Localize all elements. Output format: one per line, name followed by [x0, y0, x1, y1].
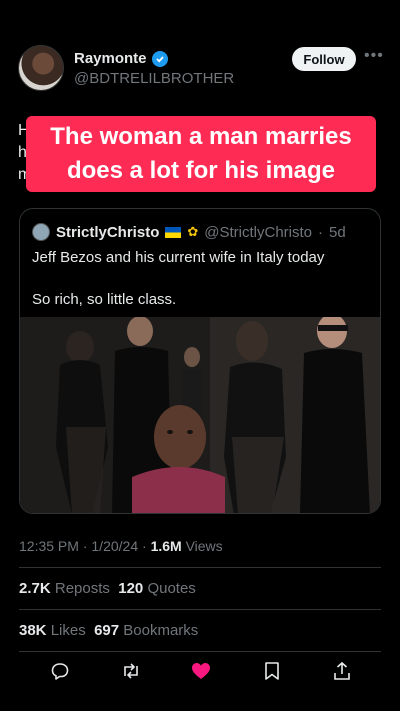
- quoted-author-name: StrictlyChristo: [56, 223, 160, 241]
- separator-dot: ·: [142, 538, 147, 554]
- bookmarks-label: Bookmarks: [123, 622, 199, 639]
- quoted-tweet[interactable]: StrictlyChristo ✿ @StrictlyChristo · 5d …: [19, 208, 381, 514]
- bookmarks-stat[interactable]: 697 Bookmarks: [94, 622, 198, 639]
- caption-line: does a lot for his image: [66, 157, 336, 184]
- reposts-count: 2.7K: [19, 580, 51, 597]
- quoted-tweet-text: Jeff Bezos and his current wife in Italy…: [32, 249, 325, 266]
- video-caption-overlay: The woman a man marries does a lot for h…: [26, 116, 376, 192]
- likes-bookmarks-stats: 38K Likes 697 Bookmarks: [19, 622, 198, 639]
- separator-dot: ·: [82, 538, 88, 554]
- tweet-meta: 12:35 PM · 1/20/24 · 1.6M Views: [19, 538, 223, 554]
- divider: [19, 567, 381, 568]
- caption-line: The woman a man marries: [50, 123, 352, 150]
- follow-button[interactable]: Follow: [292, 47, 356, 71]
- ukraine-flag-icon: [165, 226, 182, 238]
- tweet-date[interactable]: 1/20/24: [91, 538, 138, 554]
- views-count: 1.6M: [150, 538, 182, 554]
- likes-stat[interactable]: 38K Likes: [19, 622, 86, 639]
- quoted-tweet-text: So rich, so little class.: [32, 291, 177, 308]
- quotes-stat[interactable]: 120 Quotes: [118, 580, 196, 597]
- reply-icon[interactable]: [49, 660, 71, 682]
- share-icon[interactable]: [331, 660, 353, 682]
- avatar[interactable]: [18, 45, 64, 91]
- photo-illustration: [20, 317, 380, 513]
- more-options-icon[interactable]: •••: [364, 48, 383, 67]
- bookmark-icon[interactable]: [261, 660, 283, 682]
- like-icon[interactable]: [190, 660, 212, 682]
- quoted-tweet-photo[interactable]: [20, 317, 380, 513]
- quotes-count: 120: [118, 580, 144, 597]
- tweet-header: Raymonte @BDTRELILBROTHER Follow •••: [0, 0, 400, 110]
- bookmarks-count: 697: [94, 622, 120, 639]
- author-name[interactable]: Raymonte: [74, 50, 147, 67]
- author-name-row[interactable]: Raymonte: [74, 50, 168, 67]
- quoted-avatar: [32, 223, 50, 241]
- views-label: Views: [185, 538, 223, 554]
- divider: [19, 609, 381, 610]
- separator-dot: ·: [318, 223, 324, 241]
- verified-badge-icon: [151, 50, 168, 67]
- likes-label: Likes: [50, 622, 86, 639]
- reposts-stat[interactable]: 2.7K Reposts: [19, 580, 110, 597]
- divider: [19, 651, 381, 652]
- repost-icon[interactable]: [120, 660, 142, 682]
- quotes-label: Quotes: [147, 580, 196, 597]
- sunflower-icon: ✿: [187, 224, 199, 239]
- repost-quote-stats: 2.7K Reposts 120 Quotes: [19, 580, 196, 597]
- reposts-label: Reposts: [54, 580, 110, 597]
- tweet-time[interactable]: 12:35 PM: [19, 538, 79, 554]
- author-handle[interactable]: @BDTRELILBROTHER: [74, 70, 234, 87]
- quoted-tweet-age: 5d: [329, 223, 346, 241]
- quoted-author-handle: @StrictlyChristo: [204, 223, 313, 241]
- likes-count: 38K: [19, 622, 47, 639]
- quoted-tweet-header: StrictlyChristo ✿ @StrictlyChristo · 5d: [32, 223, 346, 241]
- action-bar: [19, 660, 381, 690]
